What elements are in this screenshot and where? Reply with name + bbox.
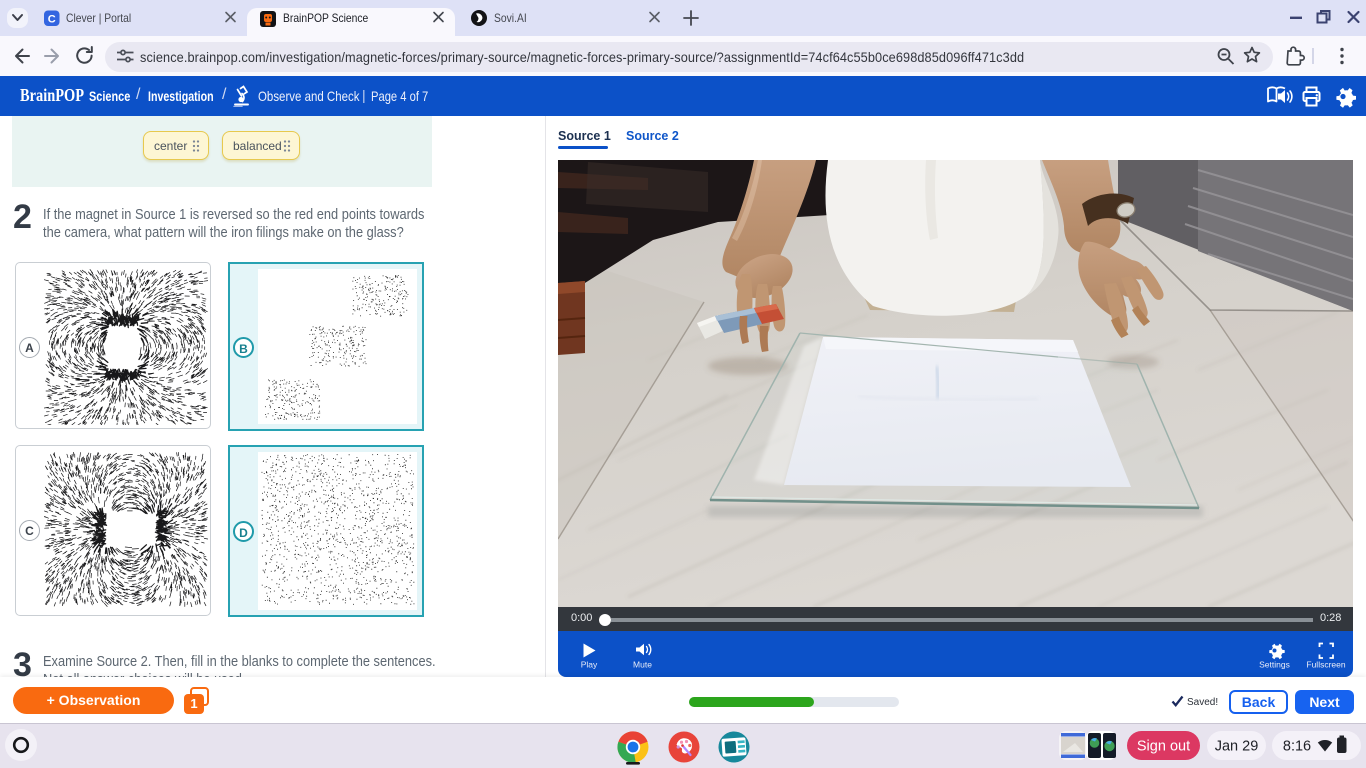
svg-text:C: C xyxy=(48,13,56,25)
svg-text:Fullscreen: Fullscreen xyxy=(1306,660,1345,670)
svg-text:Mute: Mute xyxy=(633,660,652,670)
svg-text:Play: Play xyxy=(581,660,598,670)
svg-text:8:16: 8:16 xyxy=(1283,739,1311,755)
svg-text:Jan 29: Jan 29 xyxy=(1215,739,1259,755)
svg-text:Settings: Settings xyxy=(1259,660,1290,670)
svg-text:Sign out: Sign out xyxy=(1137,739,1190,755)
